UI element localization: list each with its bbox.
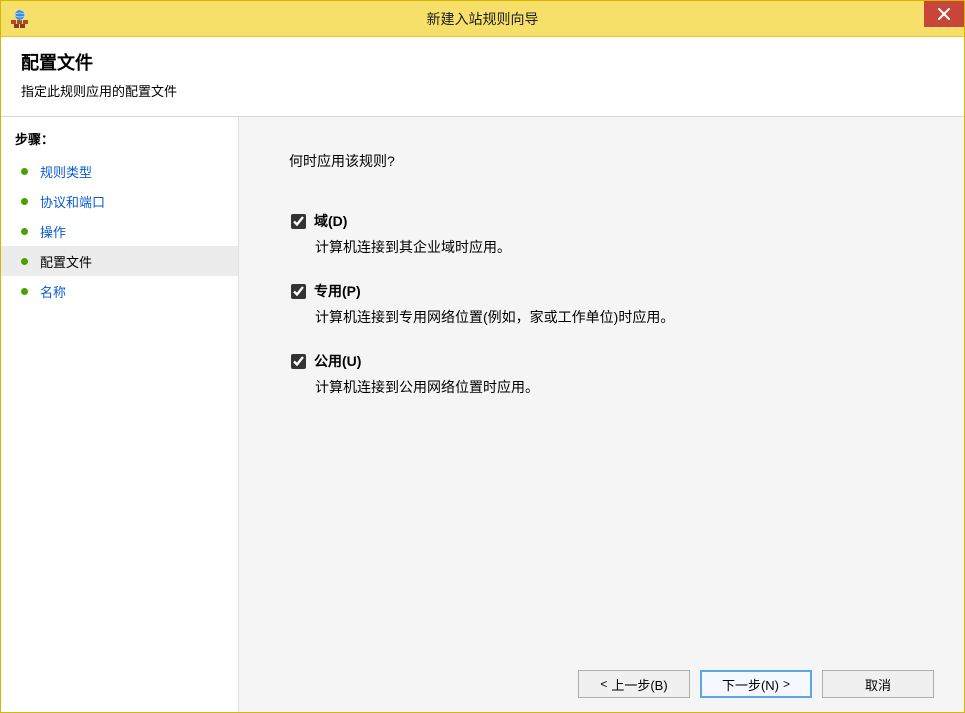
next-button[interactable]: 下一步(N) >: [700, 670, 812, 698]
option-private-title: 专用(P): [314, 281, 361, 301]
steps-heading: 步骤：: [1, 125, 238, 156]
close-button[interactable]: [924, 1, 964, 27]
step-bullet-icon: [21, 228, 28, 235]
step-label: 规则类型: [40, 162, 92, 181]
main-content: 何时应用该规则? 域(D) 计算机连接到其企业域时应用。 专用(P) 计算机连接…: [239, 117, 964, 656]
option-private-desc: 计算机连接到专用网络位置(例如，家或工作单位)时应用。: [315, 307, 944, 327]
step-item-protocol-port[interactable]: 协议和端口: [1, 186, 238, 216]
step-item-action[interactable]: 操作: [1, 216, 238, 246]
cancel-button[interactable]: 取消: [822, 670, 934, 698]
step-bullet-icon: [21, 258, 28, 265]
main-pane: 何时应用该规则? 域(D) 计算机连接到其企业域时应用。 专用(P) 计算机连接…: [239, 117, 964, 712]
option-public-header: 公用(U): [291, 351, 944, 371]
window-title: 新建入站规则向导: [1, 9, 964, 29]
steps-sidebar: 步骤： 规则类型 协议和端口 操作 配置文件 名称: [1, 117, 239, 712]
option-domain-header: 域(D): [291, 211, 944, 231]
profile-question: 何时应用该规则?: [289, 151, 944, 171]
step-bullet-icon: [21, 198, 28, 205]
checkbox-private[interactable]: [291, 284, 306, 299]
header-panel: 配置文件 指定此规则应用的配置文件: [1, 37, 964, 117]
page-subtitle: 指定此规则应用的配置文件: [21, 81, 944, 100]
option-domain: 域(D) 计算机连接到其企业域时应用。: [289, 211, 944, 257]
chevron-right-icon: >: [783, 678, 790, 690]
step-bullet-icon: [21, 288, 28, 295]
option-private-header: 专用(P): [291, 281, 944, 301]
close-icon: [938, 8, 950, 20]
step-bullet-icon: [21, 168, 28, 175]
wizard-window: 新建入站规则向导 配置文件 指定此规则应用的配置文件 步骤： 规则类型 协议和端…: [0, 0, 965, 713]
chevron-left-icon: <: [600, 678, 607, 690]
step-label: 协议和端口: [40, 192, 105, 211]
checkbox-domain[interactable]: [291, 214, 306, 229]
titlebar: 新建入站规则向导: [1, 1, 964, 37]
step-item-rule-type[interactable]: 规则类型: [1, 156, 238, 186]
step-item-profile[interactable]: 配置文件: [1, 246, 238, 276]
option-public-title: 公用(U): [314, 351, 361, 371]
option-public-desc: 计算机连接到公用网络位置时应用。: [315, 377, 944, 397]
next-button-label: 下一步(N): [722, 675, 779, 694]
cancel-button-label: 取消: [865, 675, 891, 694]
back-button[interactable]: < 上一步(B): [578, 670, 690, 698]
option-public: 公用(U) 计算机连接到公用网络位置时应用。: [289, 351, 944, 397]
option-domain-title: 域(D): [314, 211, 347, 231]
option-domain-desc: 计算机连接到其企业域时应用。: [315, 237, 944, 257]
step-label: 操作: [40, 222, 66, 241]
firewall-icon: [11, 10, 29, 28]
wizard-footer: < 上一步(B) 下一步(N) > 取消: [239, 656, 964, 712]
option-private: 专用(P) 计算机连接到专用网络位置(例如，家或工作单位)时应用。: [289, 281, 944, 327]
page-title: 配置文件: [21, 49, 944, 75]
step-item-name[interactable]: 名称: [1, 276, 238, 306]
back-button-label: 上一步(B): [611, 675, 667, 694]
body-area: 步骤： 规则类型 协议和端口 操作 配置文件 名称: [1, 117, 964, 712]
step-label: 名称: [40, 282, 66, 301]
checkbox-public[interactable]: [291, 354, 306, 369]
step-label: 配置文件: [40, 252, 92, 271]
